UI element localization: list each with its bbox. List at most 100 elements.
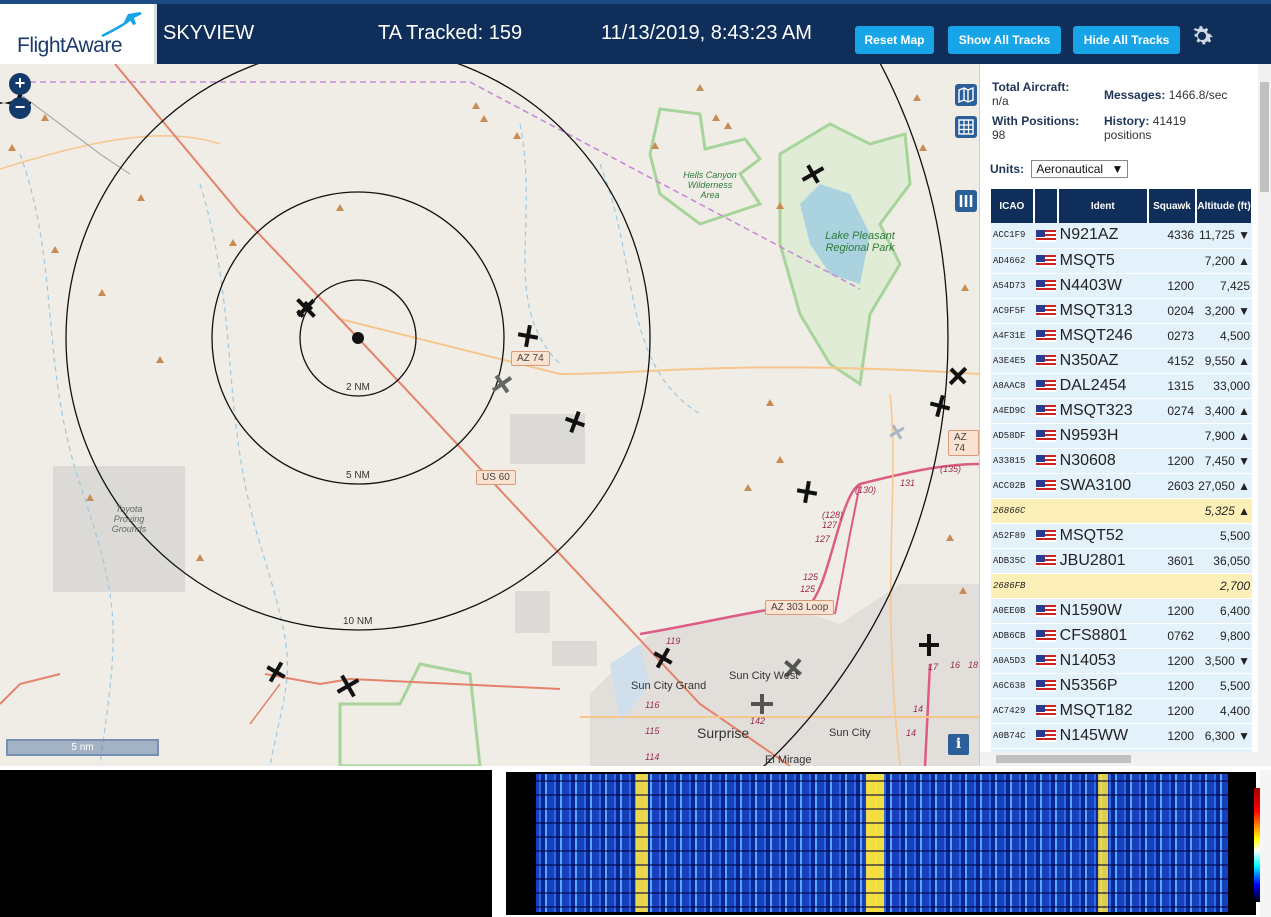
zoom-out-button[interactable]: − bbox=[9, 97, 31, 119]
ring-label-10nm: 10 NM bbox=[343, 616, 373, 627]
units-row: Units: Aeronautical ▼ bbox=[990, 160, 1129, 178]
shield-az74: AZ 74 bbox=[511, 351, 550, 366]
ident-cell: MSQT313 bbox=[1057, 298, 1148, 324]
table-row[interactable]: AD4662 MSQT5 7,200 ▲ bbox=[991, 248, 1252, 274]
scroll-thumb[interactable] bbox=[1260, 82, 1269, 192]
with-positions-value: 98 bbox=[992, 128, 1006, 142]
table-row[interactable]: A0B74C N145WW 1200 6,300 ▼ bbox=[991, 723, 1252, 749]
ident-cell: DAL2454 bbox=[1057, 373, 1148, 399]
squawk-cell: 1200 bbox=[1147, 698, 1197, 724]
table-row[interactable]: A4ED9C MSQT323 0274 3,400 ▲ bbox=[991, 398, 1252, 424]
history-label: History: bbox=[1104, 114, 1150, 128]
messages-label: Messages: bbox=[1104, 88, 1166, 102]
road-number: 14 bbox=[906, 728, 917, 738]
road-number: 125 bbox=[800, 584, 816, 594]
scroll-thumb[interactable] bbox=[996, 755, 1131, 763]
gear-icon[interactable] bbox=[1188, 22, 1216, 50]
road-number: 127 bbox=[815, 534, 831, 544]
reset-map-button[interactable]: Reset Map bbox=[855, 26, 934, 54]
table-row[interactable]: ADB35C JBU2801 3601 36,050 bbox=[991, 548, 1252, 574]
table-row[interactable]: A0A5D3 N14053 1200 3,500 ▼ bbox=[991, 648, 1252, 674]
flag-cell bbox=[1033, 648, 1058, 674]
shield-us60: US 60 bbox=[476, 470, 516, 485]
horizontal-scrollbar[interactable] bbox=[980, 752, 1271, 766]
icao-cell: A54D73 bbox=[991, 273, 1034, 299]
flightaware-logo[interactable]: FlightAware bbox=[0, 4, 157, 68]
units-select[interactable]: Aeronautical ▼ bbox=[1031, 160, 1129, 178]
us-flag-icon bbox=[1035, 680, 1056, 693]
icao-cell: A8AAC8 bbox=[991, 373, 1034, 399]
road-number: 127 bbox=[822, 520, 838, 530]
squawk-cell: 1200 bbox=[1147, 598, 1197, 624]
us-flag-icon bbox=[1035, 255, 1056, 268]
squawk-cell bbox=[1147, 248, 1197, 274]
logo-text: FlightAware bbox=[17, 34, 123, 57]
zoom-in-button[interactable]: + bbox=[9, 73, 31, 95]
col-icao[interactable]: ICAO bbox=[991, 189, 1035, 223]
map-layers-button[interactable] bbox=[955, 84, 977, 106]
us-flag-icon bbox=[1035, 555, 1056, 568]
ident-cell: N4403W bbox=[1057, 273, 1148, 299]
us-flag-icon bbox=[1035, 305, 1056, 318]
road-number: 18 bbox=[968, 660, 979, 670]
table-row[interactable]: ACC1F9 N921AZ 4336 11,725 ▼ bbox=[991, 223, 1252, 249]
ident-cell: N30608 bbox=[1057, 448, 1148, 474]
table-row[interactable]: A3E4E5 N350AZ 4152 9,550 ▲ bbox=[991, 348, 1252, 374]
spectrum-waterfall bbox=[536, 774, 1228, 912]
table-row[interactable]: ADB6CB CFS8801 0762 9,800 bbox=[991, 623, 1252, 649]
info-button[interactable]: i bbox=[948, 734, 969, 755]
table-row[interactable]: AC7429 MSQT182 1200 4,400 bbox=[991, 698, 1252, 724]
table-row[interactable]: A54D73 N4403W 1200 7,425 bbox=[991, 273, 1252, 299]
label-lake-pleasant: Lake Pleasant Regional Park bbox=[825, 230, 895, 254]
hide-all-tracks-button[interactable]: Hide All Tracks bbox=[1073, 26, 1180, 54]
col-ident[interactable]: Ident bbox=[1057, 189, 1149, 223]
scale-bar: 5 nm bbox=[6, 739, 159, 756]
show-all-tracks-button[interactable]: Show All Tracks bbox=[948, 26, 1061, 54]
altitude-cell: 3,400 ▲ bbox=[1196, 398, 1252, 424]
columns-toggle-button[interactable] bbox=[955, 190, 977, 212]
table-row[interactable]: 26866C 5,325 ▲ bbox=[991, 498, 1252, 524]
map-canvas[interactable] bbox=[0, 64, 979, 766]
flag-cell bbox=[1033, 473, 1058, 499]
shield-az303: AZ 303 Loop bbox=[765, 600, 835, 615]
col-flag[interactable] bbox=[1033, 189, 1059, 223]
table-row[interactable]: A8AAC8 DAL2454 1315 33,000 bbox=[991, 373, 1252, 399]
table-header-row: ICAO Ident Squawk Altitude (ft) bbox=[991, 189, 1253, 223]
label-surprise: Surprise bbox=[697, 725, 750, 741]
table-row[interactable]: AC9F5F MSQT313 0204 3,200 ▼ bbox=[991, 298, 1252, 324]
flag-cell bbox=[1033, 598, 1058, 624]
ident-cell: N5356P bbox=[1057, 673, 1148, 699]
map-view[interactable]: + − 2 NM 5 NM 10 NM Hells Canyon Wildern… bbox=[0, 64, 979, 766]
table-row[interactable]: A0EE0B N1590W 1200 6,400 bbox=[991, 598, 1252, 624]
icao-cell: A3E4E5 bbox=[991, 348, 1034, 374]
altitude-cell: 2,700 bbox=[1196, 573, 1252, 599]
table-row[interactable]: A52F89 MSQT52 5,500 bbox=[991, 523, 1252, 549]
us-flag-icon bbox=[1035, 705, 1056, 718]
squawk-cell: 4336 bbox=[1147, 223, 1197, 249]
table-row[interactable]: ACC02B SWA3100 2603 27,050 ▲ bbox=[991, 473, 1252, 499]
grid-toggle-button[interactable] bbox=[955, 116, 977, 138]
altitude-cell: 36,050 bbox=[1196, 548, 1252, 574]
label-sun-city-west: Sun City West bbox=[729, 670, 799, 682]
col-altitude[interactable]: Altitude (ft) bbox=[1196, 189, 1253, 223]
altitude-cell: 5,500 bbox=[1196, 523, 1252, 549]
aircraft-table: ICAO Ident Squawk Altitude (ft) ACC1F9 N9… bbox=[991, 189, 1253, 766]
squawk-cell: 3601 bbox=[1147, 548, 1197, 574]
table-row[interactable]: A6C638 N5356P 1200 5,500 bbox=[991, 673, 1252, 699]
table-row[interactable]: 2686FB 2,700 bbox=[991, 573, 1252, 599]
us-flag-icon bbox=[1035, 455, 1056, 468]
label-toyota: Toyota Proving Grounds bbox=[111, 504, 147, 534]
altitude-cell: 3,200 ▼ bbox=[1196, 298, 1252, 324]
table-row[interactable]: AD58DF N9593H 7,900 ▲ bbox=[991, 423, 1252, 449]
datetime: 11/13/2019, 8:43:23 AM bbox=[601, 22, 812, 44]
road-number: 119 bbox=[666, 636, 681, 646]
us-flag-icon bbox=[1035, 605, 1056, 618]
col-squawk[interactable]: Squawk bbox=[1147, 189, 1198, 223]
vertical-scrollbar[interactable] bbox=[1258, 64, 1271, 766]
top-bar: FlightAware SKYVIEW TA Tracked: 159 11/1… bbox=[0, 0, 1271, 68]
table-row[interactable]: A4F31E MSQT246 0273 4,500 bbox=[991, 323, 1252, 349]
table-row[interactable]: A33815 N30608 1200 7,450 ▼ bbox=[991, 448, 1252, 474]
road-number: 116 bbox=[645, 700, 660, 710]
road-number: 114 bbox=[645, 752, 660, 762]
ident-cell: N145WW bbox=[1057, 723, 1148, 749]
